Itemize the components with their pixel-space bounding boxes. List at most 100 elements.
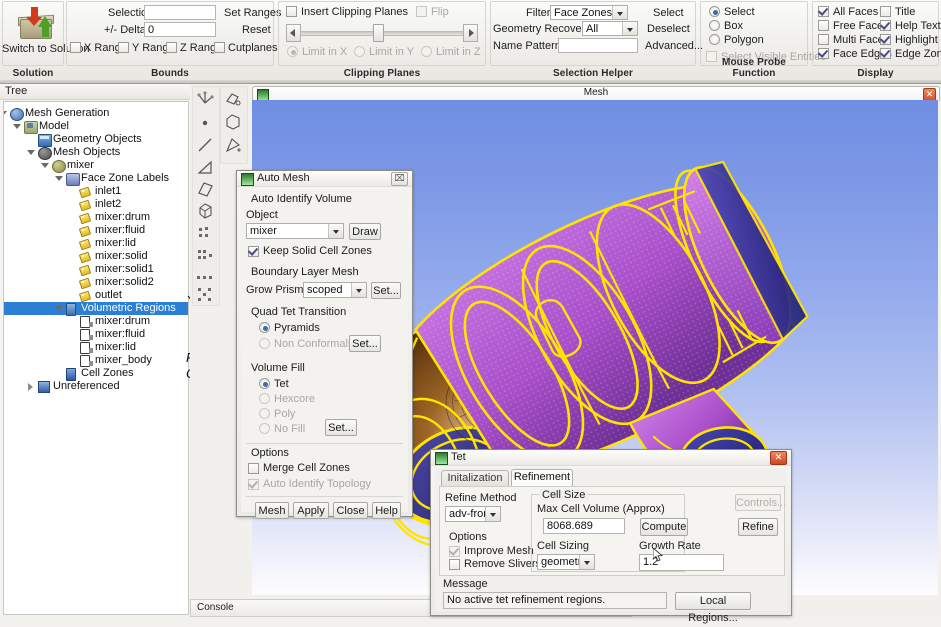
twisty-expanded-icon[interactable] (4, 110, 7, 117)
pyramids-radio[interactable] (259, 322, 270, 333)
help-text-label[interactable]: Help Text (895, 20, 941, 32)
cube-icon[interactable] (195, 201, 215, 221)
chevron-down-icon[interactable] (485, 507, 500, 521)
title-checkbox[interactable] (880, 6, 891, 17)
probe-polygon-label[interactable]: Polygon (724, 34, 764, 46)
free-faces-checkbox[interactable] (818, 20, 829, 31)
slider-right-arrow-icon[interactable] (463, 24, 478, 42)
z-range-checkbox[interactable] (166, 42, 177, 53)
edge-zones-label[interactable]: Edge Zones (895, 48, 941, 60)
limit-in-y-label[interactable]: Limit in Y (369, 46, 414, 58)
tab-refinement[interactable]: Refinement (511, 469, 573, 486)
refine-method-select[interactable]: adv-front (445, 506, 501, 522)
tet-title-bar[interactable]: Tet ✕ (431, 450, 791, 466)
cutplanes-checkbox[interactable] (214, 42, 225, 53)
keep-solid-cell-zones-checkbox[interactable] (248, 246, 259, 257)
grid-cross-icon[interactable] (195, 284, 215, 304)
remove-slivers-checkbox[interactable] (449, 559, 460, 570)
mesh-button[interactable]: Mesh (255, 502, 289, 519)
limit-in-y-radio[interactable] (354, 46, 365, 57)
pyramids-label[interactable]: Pyramids (274, 322, 320, 334)
flip-label[interactable]: Flip (431, 6, 449, 18)
probe-box-radio[interactable] (709, 20, 720, 31)
no-fill-radio[interactable] (259, 423, 270, 434)
deselect-button[interactable]: Deselect (647, 23, 690, 35)
compute-button[interactable]: Compute (640, 518, 688, 536)
local-regions-button[interactable]: Local Regions... (675, 592, 751, 624)
auto-identify-topology-label[interactable]: Auto Identify Topology (263, 478, 371, 490)
chevron-down-icon[interactable] (612, 6, 627, 19)
hexcore-radio[interactable] (259, 393, 270, 404)
y-range-checkbox[interactable] (118, 42, 129, 53)
grow-prisms-select[interactable]: scoped (303, 282, 367, 298)
probe-eye-icon[interactable] (223, 89, 243, 109)
triangle-icon[interactable] (195, 157, 215, 177)
multi-faces-checkbox[interactable] (818, 34, 829, 45)
close-icon[interactable]: ⌧ (391, 172, 408, 186)
draw-button[interactable]: Draw (349, 223, 381, 240)
highlight-checkbox[interactable] (880, 34, 891, 45)
selection-input[interactable] (144, 5, 216, 20)
geometry-recovery-select[interactable]: All (582, 21, 638, 36)
improve-mesh-label[interactable]: Improve Mesh (464, 545, 534, 557)
controls-button[interactable]: Controls... (735, 494, 786, 511)
slider-thumb[interactable] (373, 24, 384, 42)
keep-solid-cell-zones-label[interactable]: Keep Solid Cell Zones (263, 245, 372, 257)
close-button[interactable]: Close (333, 502, 368, 519)
twisty-expanded-icon[interactable] (55, 305, 63, 312)
limit-in-z-radio[interactable] (421, 46, 432, 57)
chevron-down-icon[interactable] (328, 224, 343, 238)
highlight-label[interactable]: Highlight (895, 34, 938, 46)
tree-list[interactable]: Mesh Generation Model Geometry Objects Mesh… (3, 101, 189, 615)
twisty-collapsed-icon[interactable] (27, 383, 34, 391)
probe-select-label[interactable]: Select (724, 6, 755, 18)
edge-zones-checkbox[interactable] (880, 48, 891, 59)
x-range-checkbox[interactable] (70, 42, 81, 53)
object-group-icon[interactable] (195, 245, 215, 265)
volume-fill-set-button[interactable]: Set... (325, 419, 357, 436)
twisty-expanded-icon[interactable] (55, 175, 63, 182)
auto-identify-topology-checkbox[interactable] (248, 479, 259, 490)
line-icon[interactable] (195, 135, 215, 155)
quad-face-icon[interactable] (195, 179, 215, 199)
limit-in-x-radio[interactable] (287, 46, 298, 57)
help-button[interactable]: Help (372, 502, 401, 519)
object-select[interactable]: mixer (246, 223, 344, 239)
all-faces-label[interactable]: All Faces (833, 6, 878, 18)
title-label[interactable]: Title (895, 6, 915, 18)
poly-radio[interactable] (259, 408, 270, 419)
improve-mesh-checkbox[interactable] (449, 546, 460, 557)
limit-in-z-label[interactable]: Limit in Z (436, 46, 481, 58)
all-faces-checkbox[interactable] (818, 6, 829, 17)
insert-clipping-planes-checkbox[interactable] (286, 6, 297, 17)
tet-radio[interactable] (259, 378, 270, 389)
help-text-checkbox[interactable] (880, 20, 891, 31)
limit-in-x-label[interactable]: Limit in X (302, 46, 347, 58)
tree-item-volumetric-regions[interactable]: Volumetric Regions (4, 302, 188, 316)
twisty-expanded-icon[interactable] (27, 149, 35, 156)
reset-button[interactable]: Reset (242, 24, 271, 36)
quad-tet-set-button[interactable]: Set... (349, 335, 381, 352)
cell-sizing-select[interactable]: geometric (537, 554, 595, 570)
switch-to-solution-icon[interactable] (14, 7, 58, 41)
auto-mesh-dialog[interactable]: Auto Mesh ⌧ Auto Identify Volume Object … (236, 170, 413, 519)
zones-grid-icon[interactable] (195, 223, 215, 243)
no-fill-label[interactable]: No Fill (274, 423, 305, 435)
close-icon[interactable]: ✕ (770, 451, 787, 465)
probe-box-label[interactable]: Box (724, 20, 743, 32)
tet-dialog[interactable]: Tet ✕ Initalization Refinement Refine Me… (430, 449, 792, 624)
non-conformals-radio[interactable] (259, 338, 270, 349)
name-pattern-input[interactable] (558, 38, 638, 53)
probe-select-radio[interactable] (709, 6, 720, 17)
axes-triad-icon[interactable] (195, 89, 215, 109)
advanced-button[interactable]: Advanced... (645, 40, 703, 52)
chevron-down-icon[interactable] (351, 283, 366, 297)
set-ranges-button[interactable]: Set Ranges (224, 7, 281, 19)
polygon-select-icon[interactable] (223, 135, 243, 155)
bounding-box-icon[interactable] (223, 112, 243, 132)
boundary-layer-set-button[interactable]: Set... (371, 282, 401, 299)
twisty-expanded-icon[interactable] (13, 123, 21, 130)
graphics-tab-mesh[interactable]: Mesh ✕ (252, 86, 940, 101)
cutplanes-label[interactable]: Cutplanes (228, 42, 278, 54)
chevron-down-icon[interactable] (622, 22, 637, 35)
